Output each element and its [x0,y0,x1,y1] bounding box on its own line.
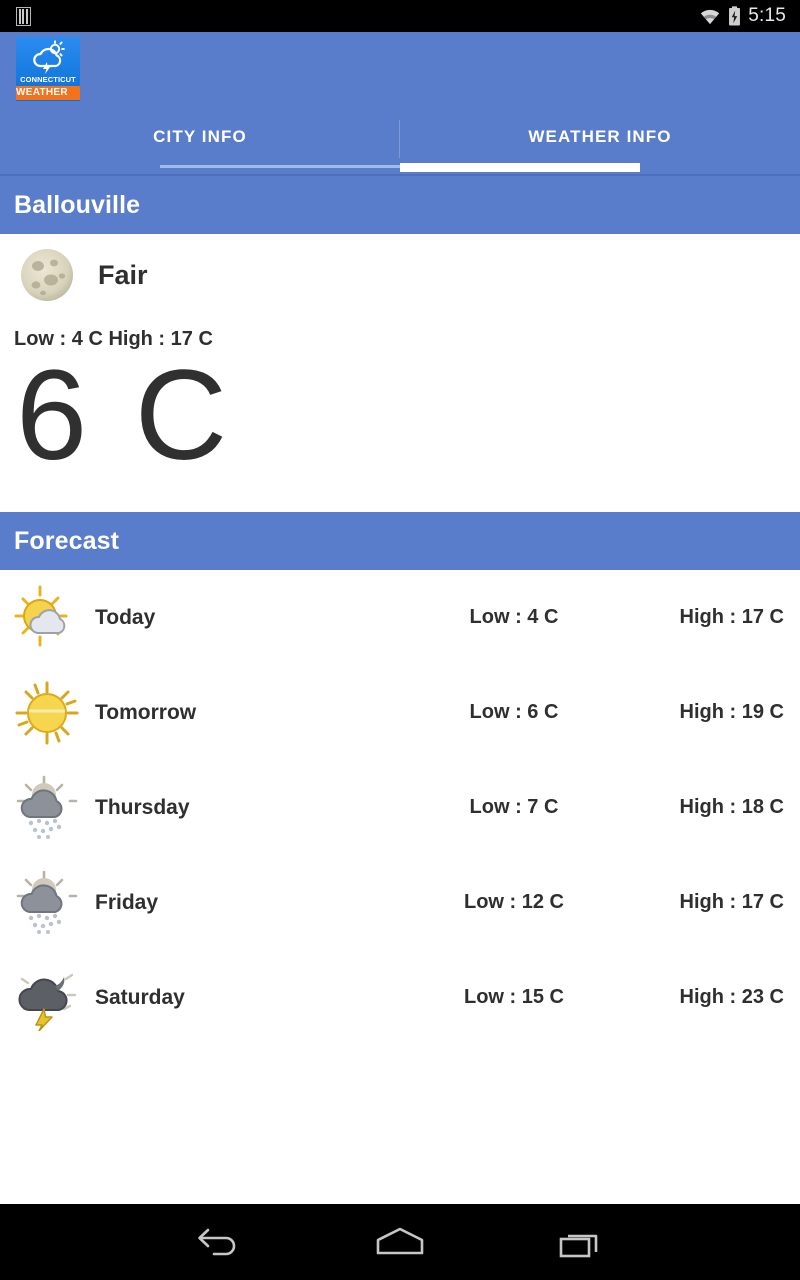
rain-cloud-icon [16,870,78,934]
forecast-row[interactable]: Tomorrow Low : 6 C High : 19 C [0,665,800,760]
sim-card-icon [16,6,31,26]
forecast-day: Today [95,605,156,629]
status-bar-right: 5:15 [699,5,786,27]
back-arrow-icon[interactable] [196,1225,242,1259]
thunderstorm-icon [18,973,77,1031]
forecast-high: High : 17 C [679,606,784,628]
home-icon[interactable] [374,1225,426,1259]
app-root: 5:15 CONNECTICUT WEATHER CITY INFO WEATH… [0,0,800,1280]
tab-city-info[interactable]: CITY INFO [0,106,400,174]
app-logo[interactable]: CONNECTICUT WEATHER [16,37,80,101]
city-header: Ballouville [0,176,800,234]
recent-apps-icon[interactable] [558,1225,604,1259]
status-bar-left [16,6,31,26]
forecast-header: Forecast [0,512,800,570]
forecast-day: Friday [95,890,159,914]
forecast-row[interactable]: Thursday Low : 7 C High : 18 C [0,760,800,855]
forecast-low: Low : 12 C [463,891,564,913]
android-nav-bar [0,1204,800,1280]
tab-indicator-active [400,163,640,172]
forecast-day: Tomorrow [95,700,197,724]
logo-line2: WEATHER [16,86,80,100]
forecast-high: High : 17 C [679,891,784,913]
battery-charging-icon [729,6,741,26]
current-condition-row: Fair [0,246,800,304]
tab-city-info-label: CITY INFO [153,127,247,146]
app-bar: CONNECTICUT WEATHER [0,32,800,106]
forecast-row[interactable]: Friday Low : 12 C High : 17 C [0,855,800,950]
forecast-low: Low : 4 C [469,606,559,628]
tab-weather-info-label: WEATHER INFO [528,127,672,146]
forecast-title: Forecast [14,526,120,555]
status-bar: 5:15 [0,0,800,32]
current-condition-text: Fair [98,259,148,290]
forecast-high: High : 19 C [679,701,784,723]
forecast-low: Low : 6 C [469,701,559,723]
forecast-day: Thursday [95,795,190,819]
forecast-row[interactable]: Saturday Low : 15 C High : 23 C [0,950,800,1045]
logo-line1: CONNECTICUT [20,75,76,84]
current-conditions: Fair Low : 4 C High : 17 C 6 C [0,234,800,512]
sun-behind-cloud-icon [14,585,68,646]
status-bar-time: 5:15 [748,5,786,26]
current-temperature: 6 C [16,344,234,487]
rain-cloud-icon [16,775,78,839]
forecast-day: Saturday [95,985,185,1009]
full-moon-icon [21,249,73,301]
forecast-high: High : 23 C [679,986,784,1008]
forecast-list: Today Low : 4 C High : 17 C Tomorrow Low… [0,570,800,1045]
wifi-icon [701,9,720,24]
sun-icon [15,681,79,744]
city-name: Ballouville [14,190,141,219]
tab-indicator-inactive [160,165,400,168]
forecast-low: Low : 7 C [469,796,559,818]
cloud-sun-lightning-icon [33,40,65,74]
tab-bar: CITY INFO WEATHER INFO [0,106,800,174]
forecast-row[interactable]: Today Low : 4 C High : 17 C [0,570,800,665]
forecast-low: Low : 15 C [463,986,564,1008]
forecast-high: High : 18 C [679,796,784,818]
